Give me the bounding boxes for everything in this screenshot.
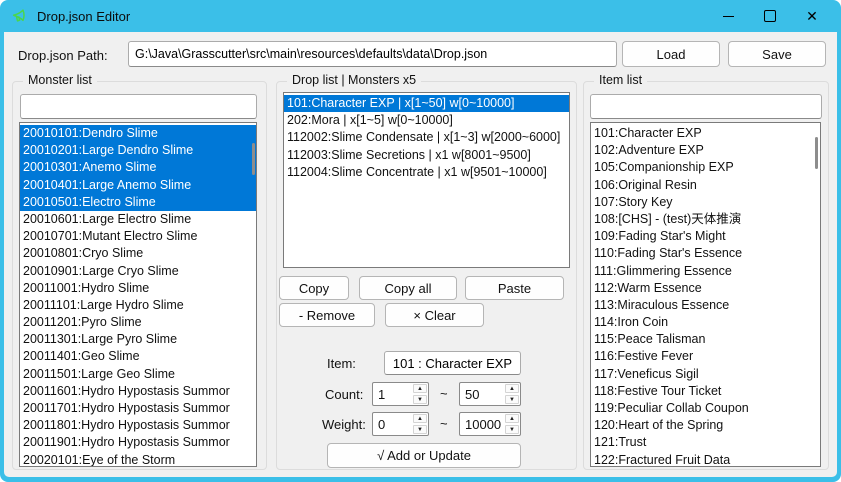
list-item[interactable]: 117:Veneficus Sigil: [591, 366, 820, 383]
spinner-up-icon[interactable]: ▲: [413, 384, 427, 393]
list-item[interactable]: 113:Miraculous Essence: [591, 297, 820, 314]
close-button[interactable]: ✕: [791, 0, 833, 32]
titlebar: Drop.json Editor ✕: [0, 0, 841, 32]
monster-list-group-title: Monster list: [23, 73, 97, 87]
spinner-down-icon[interactable]: ▼: [413, 425, 427, 434]
list-item[interactable]: 120:Heart of the Spring: [591, 417, 820, 434]
drop-list-group-title: Drop list | Monsters x5: [287, 73, 421, 87]
list-item[interactable]: 115:Peace Talisman: [591, 331, 820, 348]
item-list-group-title: Item list: [594, 73, 647, 87]
paste-button[interactable]: Paste: [465, 276, 564, 300]
list-item[interactable]: 119:Peculiar Collab Coupon: [591, 400, 820, 417]
minimize-button[interactable]: [707, 0, 749, 32]
weight-max-value: 10000: [460, 413, 504, 435]
list-item[interactable]: 20011001:Hydro Slime: [20, 280, 256, 297]
close-icon: ✕: [806, 9, 818, 23]
list-item[interactable]: 109:Fading Star's Might: [591, 228, 820, 245]
list-item[interactable]: 114:Iron Coin: [591, 314, 820, 331]
monster-list-scrollbar[interactable]: [252, 143, 255, 175]
list-item[interactable]: 101:Character EXP: [591, 125, 820, 142]
count-max-value: 50: [460, 383, 504, 405]
list-item[interactable]: 20011101:Large Hydro Slime: [20, 297, 256, 314]
item-filter-input[interactable]: [590, 94, 822, 119]
list-item[interactable]: 101:Character EXP | x[1~50] w[0~10000]: [284, 95, 569, 112]
list-item[interactable]: 122:Fractured Fruit Data: [591, 452, 820, 467]
list-item[interactable]: 20010101:Dendro Slime: [20, 125, 256, 142]
list-item[interactable]: 102:Adventure EXP: [591, 142, 820, 159]
minimize-icon: [723, 16, 734, 17]
window-controls: ✕: [707, 0, 833, 32]
list-item[interactable]: 118:Festive Tour Ticket: [591, 383, 820, 400]
maximize-button[interactable]: [749, 0, 791, 32]
list-item[interactable]: 20020101:Eye of the Storm: [20, 452, 256, 467]
list-item[interactable]: 20011301:Large Pyro Slime: [20, 331, 256, 348]
weight-max-stepper[interactable]: 10000 ▲ ▼: [459, 412, 521, 436]
list-item[interactable]: 20010901:Large Cryo Slime: [20, 263, 256, 280]
monster-filter-input[interactable]: [20, 94, 257, 119]
copy-all-button[interactable]: Copy all: [359, 276, 457, 300]
spinner-down-icon[interactable]: ▼: [413, 395, 427, 404]
list-item[interactable]: 106:Original Resin: [591, 177, 820, 194]
clear-button[interactable]: × Clear: [385, 303, 484, 327]
list-item[interactable]: 121:Trust: [591, 434, 820, 451]
list-item[interactable]: 107:Story Key: [591, 194, 820, 211]
list-item[interactable]: 112004:Slime Concentrate | x1 w[9501~100…: [284, 164, 569, 181]
app-window: Drop.json Editor ✕ Drop.json Path: Load …: [0, 0, 841, 482]
maximize-icon: [764, 10, 776, 22]
list-item[interactable]: 20010401:Large Anemo Slime: [20, 177, 256, 194]
list-item[interactable]: 20010301:Anemo Slime: [20, 159, 256, 176]
copy-button[interactable]: Copy: [279, 276, 349, 300]
path-label: Drop.json Path:: [18, 48, 108, 63]
spinner-up-icon[interactable]: ▲: [505, 384, 519, 393]
weight-range-separator: ~: [440, 416, 448, 431]
add-or-update-button[interactable]: √ Add or Update: [327, 443, 521, 468]
list-item[interactable]: 112002:Slime Condensate | x[1~3] w[2000~…: [284, 129, 569, 146]
count-max-stepper[interactable]: 50 ▲ ▼: [459, 382, 521, 406]
count-range-separator: ~: [440, 386, 448, 401]
save-button[interactable]: Save: [728, 41, 826, 67]
weight-min-value: 0: [373, 413, 412, 435]
spinner-up-icon[interactable]: ▲: [505, 414, 519, 423]
count-min-stepper[interactable]: 1 ▲ ▼: [372, 382, 429, 406]
list-item[interactable]: 20011701:Hydro Hypostasis Summor: [20, 400, 256, 417]
list-item[interactable]: 20011801:Hydro Hypostasis Summor: [20, 417, 256, 434]
list-item[interactable]: 20011601:Hydro Hypostasis Summor: [20, 383, 256, 400]
list-item[interactable]: 202:Mora | x[1~5] w[0~10000]: [284, 112, 569, 129]
monster-listbox[interactable]: 20010101:Dendro Slime20010201:Large Dend…: [19, 122, 257, 467]
list-item[interactable]: 20010501:Electro Slime: [20, 194, 256, 211]
list-item[interactable]: 20011201:Pyro Slime: [20, 314, 256, 331]
item-listbox[interactable]: 101:Character EXP102:Adventure EXP105:Co…: [590, 122, 821, 467]
list-item[interactable]: 112003:Slime Secretions | x1 w[8001~9500…: [284, 147, 569, 164]
weight-field-label: Weight:: [322, 417, 366, 432]
list-item[interactable]: 110:Fading Star's Essence: [591, 245, 820, 262]
item-field-label: Item:: [327, 356, 356, 371]
list-item[interactable]: 108:[CHS] - (test)天体推演: [591, 211, 820, 228]
count-min-value: 1: [373, 383, 412, 405]
list-item[interactable]: 116:Festive Fever: [591, 348, 820, 365]
spinner-down-icon[interactable]: ▼: [505, 425, 519, 434]
item-list-scrollbar[interactable]: [815, 137, 818, 169]
list-item[interactable]: 20011401:Geo Slime: [20, 348, 256, 365]
list-item[interactable]: 105:Companionship EXP: [591, 159, 820, 176]
weight-min-stepper[interactable]: 0 ▲ ▼: [372, 412, 429, 436]
window-title: Drop.json Editor: [37, 9, 130, 24]
list-item[interactable]: 20010201:Large Dendro Slime: [20, 142, 256, 159]
drop-listbox[interactable]: 101:Character EXP | x[1~50] w[0~10000]20…: [283, 92, 570, 268]
spinner-down-icon[interactable]: ▼: [505, 395, 519, 404]
list-item[interactable]: 20011901:Hydro Hypostasis Summor: [20, 434, 256, 451]
list-item[interactable]: 20011501:Large Geo Slime: [20, 366, 256, 383]
list-item[interactable]: 111:Glimmering Essence: [591, 263, 820, 280]
list-item[interactable]: 20010701:Mutant Electro Slime: [20, 228, 256, 245]
item-field-input[interactable]: [384, 351, 521, 375]
path-input[interactable]: [128, 41, 617, 67]
load-button[interactable]: Load: [622, 41, 720, 67]
list-item[interactable]: 20010801:Cryo Slime: [20, 245, 256, 262]
remove-button[interactable]: - Remove: [279, 303, 375, 327]
spinner-up-icon[interactable]: ▲: [413, 414, 427, 423]
list-item[interactable]: 20010601:Large Electro Slime: [20, 211, 256, 228]
list-item[interactable]: 112:Warm Essence: [591, 280, 820, 297]
count-field-label: Count:: [325, 387, 363, 402]
app-icon: [11, 7, 29, 25]
